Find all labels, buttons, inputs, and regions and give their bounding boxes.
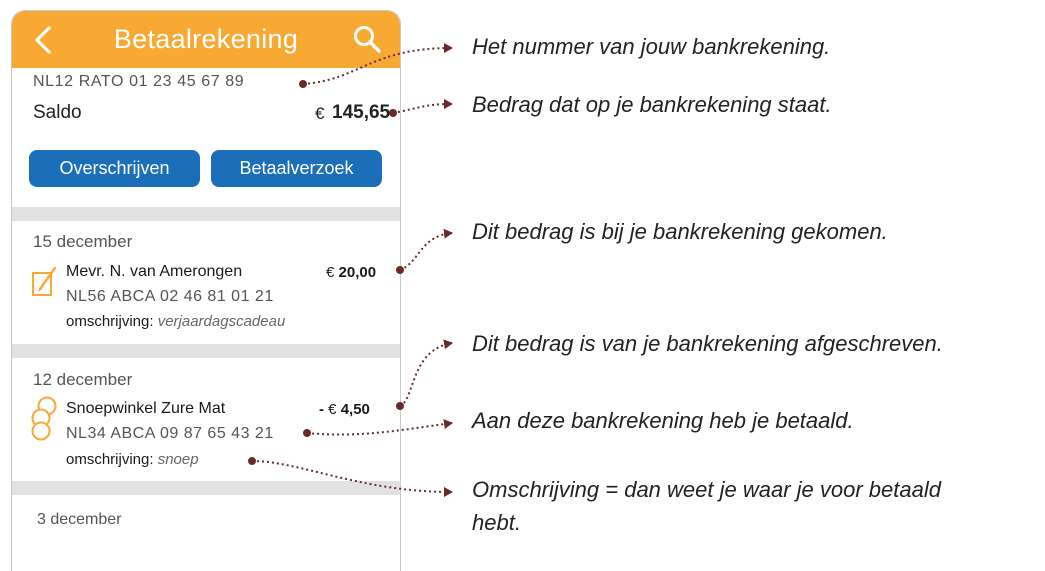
- connector-line: [399, 339, 453, 407]
- connector-dot: [389, 109, 397, 117]
- annotation-recipient: Aan deze bankrekening heb je betaald.: [472, 408, 854, 433]
- connector-line: [251, 460, 453, 497]
- connector-dot: [303, 429, 311, 437]
- connector-line: [392, 99, 453, 114]
- connector-line: [302, 43, 453, 85]
- connector-line: [306, 419, 453, 436]
- annotation-saldo: Bedrag dat op je bankrekening staat.: [472, 92, 832, 117]
- annotation-credit: Dit bedrag is bij je bankrekening gekome…: [472, 219, 888, 244]
- annotation-connectors: [248, 43, 453, 497]
- connector-dot: [396, 402, 404, 410]
- annotation-description-cont: hebt.: [472, 510, 521, 535]
- annotation-description: Omschrijving = dan weet je waar je voor …: [472, 477, 941, 502]
- annotation-debit: Dit bedrag is van je bankrekening afgesc…: [472, 331, 943, 356]
- connector-dot: [396, 266, 404, 274]
- connector-dot: [248, 457, 256, 465]
- connector-dot: [299, 80, 307, 88]
- connector-line: [399, 228, 453, 271]
- annotation-account-number: Het nummer van jouw bankrekening.: [472, 34, 831, 59]
